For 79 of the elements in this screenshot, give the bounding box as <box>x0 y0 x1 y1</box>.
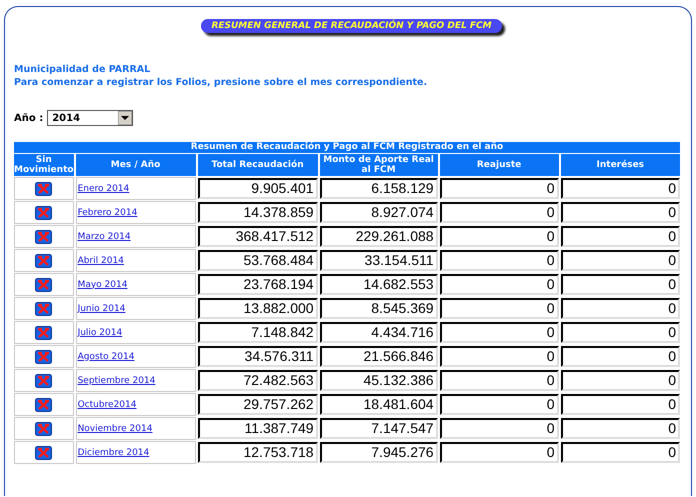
delete-x-icon[interactable] <box>35 326 52 340</box>
amount-field[interactable]: 53.768.484 <box>198 250 318 271</box>
amount-field[interactable]: 6.158.129 <box>320 178 438 199</box>
amount-field[interactable]: 21.566.846 <box>320 346 438 367</box>
year-select[interactable]: 2014 <box>47 110 134 126</box>
column-header: Monto de Aporte Real al FCM <box>320 154 438 176</box>
page-banner: RESUMEN GENERAL DE RECAUDACIÓN Y PAGO DEL FCM <box>201 19 502 33</box>
amount-field[interactable]: 8.545.369 <box>320 298 438 319</box>
amount-field[interactable]: 368.417.512 <box>198 226 318 247</box>
column-header: Mes / Año <box>76 154 196 176</box>
amount-field[interactable]: 23.768.194 <box>198 274 318 295</box>
column-header: Sin Movimiento <box>14 154 74 176</box>
month-link[interactable]: Abril 2014 <box>76 256 124 266</box>
column-header: Reajuste <box>440 154 559 176</box>
amount-field[interactable]: 0 <box>560 370 680 391</box>
delete-x-icon[interactable] <box>35 398 52 412</box>
delete-x-icon[interactable] <box>35 422 52 436</box>
amount-field[interactable]: 33.154.511 <box>320 250 438 271</box>
amount-field[interactable]: 0 <box>560 394 680 415</box>
amount-field[interactable]: 0 <box>440 346 559 367</box>
month-link[interactable]: Mayo 2014 <box>76 280 128 290</box>
dropdown-arrow-icon[interactable] <box>118 111 132 125</box>
amount-field[interactable]: 0 <box>440 202 559 223</box>
amount-field[interactable]: 0 <box>560 274 680 295</box>
month-link[interactable]: Enero 2014 <box>76 184 130 194</box>
amount-field[interactable]: 0 <box>560 298 680 319</box>
amount-field[interactable]: 14.682.553 <box>320 274 438 295</box>
delete-x-icon[interactable] <box>35 182 52 196</box>
amount-field[interactable]: 0 <box>440 370 559 391</box>
amount-field[interactable]: 0 <box>560 178 680 199</box>
amount-field[interactable]: 72.482.563 <box>198 370 318 391</box>
year-label: Año : <box>14 112 44 124</box>
amount-field[interactable]: 0 <box>560 226 680 247</box>
amount-field[interactable]: 0 <box>440 322 559 343</box>
amount-field[interactable]: 0 <box>560 322 680 343</box>
amount-field[interactable]: 0 <box>440 178 559 199</box>
amount-field[interactable]: 229.261.088 <box>320 226 438 247</box>
delete-x-icon[interactable] <box>35 230 52 244</box>
amount-field[interactable]: 4.434.716 <box>320 322 438 343</box>
delete-x-icon[interactable] <box>35 206 52 220</box>
amount-field[interactable]: 0 <box>560 418 680 439</box>
delete-x-icon[interactable] <box>35 254 52 268</box>
amount-field[interactable]: 13.882.000 <box>198 298 318 319</box>
amount-field[interactable]: 11.387.749 <box>198 418 318 439</box>
municipality-label: Municipalidad de PARRAL <box>14 64 152 75</box>
amount-field[interactable]: 18.481.604 <box>320 394 438 415</box>
amount-field[interactable]: 34.576.311 <box>198 346 318 367</box>
amount-field[interactable]: 0 <box>560 250 680 271</box>
amount-field[interactable]: 0 <box>440 394 559 415</box>
amount-field[interactable]: 7.945.276 <box>320 442 438 463</box>
amount-field[interactable]: 0 <box>440 250 559 271</box>
amount-field[interactable]: 0 <box>440 274 559 295</box>
column-header: Total Recaudación <box>198 154 318 176</box>
amount-field[interactable]: 8.927.074 <box>320 202 438 223</box>
amount-field[interactable]: 0 <box>560 442 680 463</box>
amount-field[interactable]: 0 <box>440 442 559 463</box>
amount-field[interactable]: 7.147.547 <box>320 418 438 439</box>
delete-x-icon[interactable] <box>35 446 52 460</box>
amount-field[interactable]: 0 <box>560 202 680 223</box>
amount-field[interactable]: 45.132.386 <box>320 370 438 391</box>
amount-field[interactable]: 0 <box>440 418 559 439</box>
delete-x-icon[interactable] <box>35 278 52 292</box>
amount-field[interactable]: 0 <box>560 346 680 367</box>
amount-field[interactable]: 14.378.859 <box>198 202 318 223</box>
delete-x-icon[interactable] <box>35 374 52 388</box>
amount-field[interactable]: 9.905.401 <box>198 178 318 199</box>
amount-field[interactable]: 29.757.262 <box>198 394 318 415</box>
column-header: Interéses <box>560 154 680 176</box>
instruction-text: Para comenzar a registrar los Folios, presione sobre el mes correspondiente. <box>14 77 428 88</box>
delete-x-icon[interactable] <box>35 350 52 364</box>
amount-field[interactable]: 0 <box>440 226 559 247</box>
amount-field[interactable]: 0 <box>440 298 559 319</box>
month-link[interactable]: Julio 2014 <box>76 328 122 338</box>
month-link[interactable]: Marzo 2014 <box>76 232 131 242</box>
table-caption: Resumen de Recaudación y Pago al FCM Registrado en el año <box>14 142 680 153</box>
amount-field[interactable]: 12.753.718 <box>198 442 318 463</box>
delete-x-icon[interactable] <box>35 302 52 316</box>
amount-field[interactable]: 7.148.842 <box>198 322 318 343</box>
month-link[interactable]: Junio 2014 <box>76 304 126 314</box>
